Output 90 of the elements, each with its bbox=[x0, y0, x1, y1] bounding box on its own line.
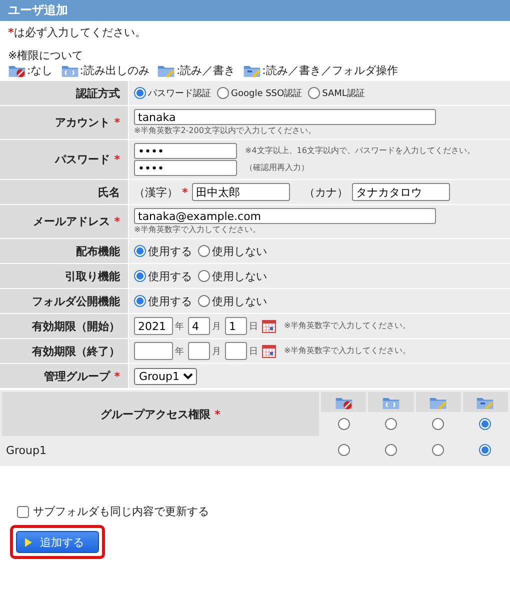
folder-none-icon bbox=[8, 63, 26, 78]
radio-button[interactable] bbox=[134, 295, 146, 307]
radio-label: 使用しない bbox=[212, 244, 267, 258]
radio-label: SAML認証 bbox=[322, 88, 365, 100]
year-field[interactable]: 2021 bbox=[134, 317, 173, 335]
group-select[interactable]: Group1 bbox=[134, 368, 197, 384]
field-hint: ※半角英数字2-200文字以内で入力してください。 bbox=[134, 126, 316, 136]
radio-button[interactable] bbox=[432, 418, 444, 430]
legend-title: ※権限について bbox=[8, 48, 84, 63]
field-hint: ※半角英数字で入力してください。 bbox=[284, 321, 411, 331]
access-title: グループアクセス権限 bbox=[100, 406, 211, 422]
radio-button[interactable] bbox=[338, 444, 350, 456]
field-label: メールアドレス bbox=[33, 214, 110, 229]
field-hint: （確認用再入力） bbox=[245, 163, 309, 173]
kana-label: （カナ） bbox=[304, 184, 348, 200]
radio-button[interactable] bbox=[134, 245, 146, 257]
month-field[interactable] bbox=[188, 342, 210, 360]
field-label: 有効期限（終了） bbox=[32, 344, 120, 358]
checkbox-label: サブフォルダも同じ内容で更新する bbox=[33, 504, 209, 519]
radio-label: 使用しない bbox=[212, 268, 267, 284]
radio-button[interactable] bbox=[134, 87, 146, 99]
field-hint: ※半角英数字で入力してください。 bbox=[284, 346, 411, 356]
required-mark: * bbox=[114, 116, 120, 129]
legend-label: :読み出しのみ bbox=[80, 63, 150, 78]
radio-button[interactable] bbox=[198, 295, 210, 307]
required-mark: * bbox=[114, 215, 120, 228]
required-note: は必ず入力してください。 bbox=[14, 26, 146, 39]
legend-label: :読み／書き bbox=[176, 63, 236, 78]
text-field[interactable]: tanaka@example.com bbox=[134, 208, 436, 224]
day-field[interactable]: 1 bbox=[225, 317, 247, 335]
kana-name-field[interactable]: タナカタロウ bbox=[352, 183, 450, 201]
radio-button[interactable] bbox=[217, 87, 229, 99]
folder-read-icon bbox=[60, 63, 79, 78]
field-label: 有効期限（開始） bbox=[32, 318, 120, 334]
required-mark: * bbox=[114, 153, 120, 166]
field-label: 管理グループ bbox=[44, 368, 110, 384]
day-field[interactable] bbox=[225, 342, 247, 360]
kanji-name-field[interactable]: 田中太郎 bbox=[192, 183, 290, 201]
radio-button[interactable] bbox=[134, 270, 146, 282]
folder-write-icon bbox=[157, 63, 176, 78]
radio-label: 使用しない bbox=[212, 294, 267, 308]
month-field[interactable]: 4 bbox=[188, 317, 210, 335]
required-mark: * bbox=[182, 186, 188, 198]
group-name: Group1 bbox=[6, 444, 46, 456]
radio-label: 使用する bbox=[148, 268, 192, 284]
field-hint: ※4文字以上、16文字以内で、パスワードを入力してください。 bbox=[245, 146, 475, 156]
radio-label: Google SSO認証 bbox=[231, 88, 302, 100]
page-title: ユーザ追加 bbox=[8, 2, 68, 19]
year-unit: 年 bbox=[175, 346, 184, 358]
play-icon bbox=[25, 538, 32, 546]
radio-label: 使用する bbox=[148, 244, 192, 258]
password-confirm-field[interactable]: •••• bbox=[134, 160, 237, 176]
radio-label: 使用する bbox=[148, 294, 192, 308]
text-field[interactable]: tanaka bbox=[134, 109, 436, 125]
field-label: 配布機能 bbox=[76, 244, 120, 258]
kanji-label: （漢字） bbox=[134, 184, 178, 200]
legend-label: :なし bbox=[27, 63, 53, 78]
month-unit: 月 bbox=[212, 346, 221, 358]
calendar-icon[interactable] bbox=[262, 344, 276, 358]
field-label: 認証方式 bbox=[76, 86, 120, 100]
day-unit: 日 bbox=[249, 346, 258, 358]
radio-button[interactable] bbox=[338, 418, 350, 430]
radio-button[interactable] bbox=[479, 444, 492, 456]
add-button[interactable]: 追加する bbox=[16, 531, 99, 553]
radio-button[interactable] bbox=[198, 245, 210, 257]
field-label: 引取り機能 bbox=[65, 268, 120, 284]
radio-label: パスワード認証 bbox=[148, 88, 211, 100]
field-label: 氏名 bbox=[98, 184, 120, 200]
year-field[interactable] bbox=[134, 342, 173, 360]
checkbox[interactable] bbox=[17, 506, 29, 518]
radio-button[interactable] bbox=[384, 418, 397, 430]
required-mark: * bbox=[214, 408, 220, 420]
field-hint: ※半角英数字で入力してください。 bbox=[134, 225, 261, 235]
radio-button[interactable] bbox=[308, 87, 320, 99]
field-label: アカウント bbox=[55, 115, 110, 130]
month-unit: 月 bbox=[212, 320, 221, 332]
field-label: パスワード bbox=[55, 152, 110, 167]
required-mark: * bbox=[114, 370, 120, 382]
radio-button[interactable] bbox=[384, 444, 397, 456]
day-unit: 日 bbox=[249, 320, 258, 332]
radio-button[interactable] bbox=[479, 418, 492, 430]
required-mark: * bbox=[8, 26, 14, 39]
legend-label: :読み／書き／フォルダ操作 bbox=[262, 63, 398, 78]
calendar-icon[interactable] bbox=[262, 320, 276, 332]
field-label: フォルダ公開機能 bbox=[32, 294, 120, 308]
folder-folder-icon bbox=[243, 63, 262, 78]
password-field[interactable]: •••• bbox=[134, 143, 237, 159]
radio-button[interactable] bbox=[198, 270, 210, 282]
radio-button[interactable] bbox=[432, 444, 444, 456]
year-unit: 年 bbox=[175, 320, 184, 332]
